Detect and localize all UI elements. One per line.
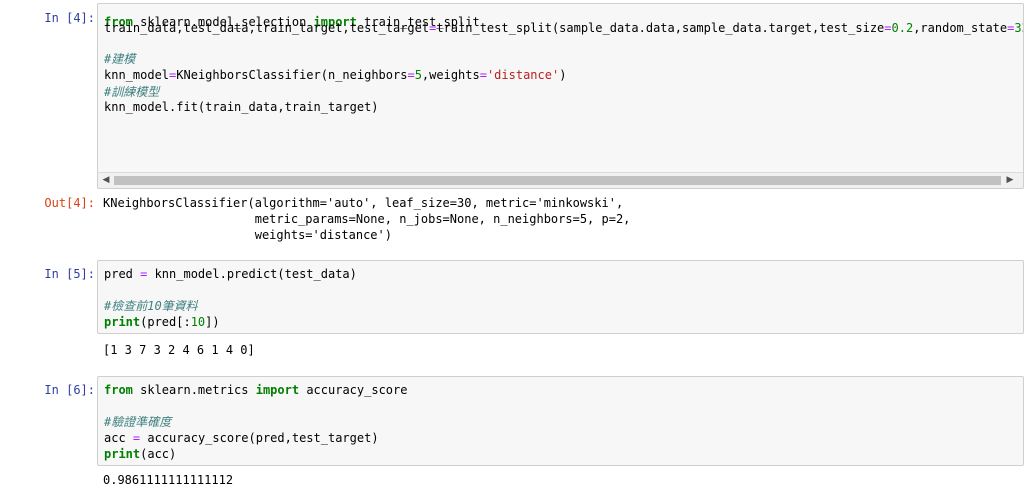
code-token: import	[255, 383, 300, 397]
code-token: acc	[104, 431, 133, 445]
code-token: knn_model.predict(test_data)	[147, 267, 357, 281]
horizontal-scrollbar[interactable]: ◀ ▶	[98, 172, 1023, 188]
code-token: =	[479, 68, 487, 82]
code-line: acc = accuracy_score(pred,test_target)	[104, 430, 379, 446]
code-token: =	[407, 68, 415, 82]
code-line: from sklearn.metrics import accuracy_sco…	[104, 382, 407, 398]
output-prompt: Out[4]:	[44, 196, 95, 210]
input-prompt: In [4]:	[44, 11, 95, 25]
code-token: #驗證準確度	[104, 415, 172, 429]
code-token: train_test_split(sample_data.data,sample…	[436, 21, 885, 35]
code-token: knn_model.fit(train_data,train_target)	[104, 100, 379, 114]
scroll-right-icon[interactable]: ▶	[1003, 173, 1017, 188]
code-line: train_data,test_data,train_target,test_t…	[104, 20, 1023, 36]
code-token: ,random_state	[913, 21, 1008, 35]
input-prompt: In [5]:	[44, 267, 95, 281]
code-token: #建模	[104, 52, 136, 66]
output-line: 0.9861111111111112	[103, 473, 234, 487]
code-token: 33	[1014, 21, 1023, 35]
code-token: (acc)	[140, 447, 177, 461]
output-line: weights='distance')	[103, 228, 392, 242]
output-line: metric_params=None, n_jobs=None, n_neigh…	[103, 212, 631, 226]
code-line: #驗證準確度	[104, 414, 171, 430]
input-prompt: In [6]:	[44, 383, 95, 397]
code-line: #檢查前10筆資料	[104, 298, 198, 314]
code-token: 5	[414, 68, 422, 82]
code-line: knn_model=KNeighborsClassifier(n_neighbo…	[104, 67, 566, 83]
code-token: =	[884, 21, 892, 35]
code-token: )	[559, 68, 567, 82]
code-token: 10	[190, 315, 206, 329]
code-token: accuracy_score	[299, 383, 408, 397]
code-token: knn_model	[104, 68, 170, 82]
output-line: KNeighborsClassifier(algorithm='auto', l…	[103, 196, 624, 210]
code-token: print	[104, 315, 141, 329]
code-token: #訓練模型	[104, 85, 160, 99]
code-token: from	[104, 383, 133, 397]
code-cell[interactable]: pred = knn_model.predict(test_data) #檢查前1…	[97, 260, 1024, 334]
code-line: #訓練模型	[104, 84, 159, 100]
code-cell[interactable]: from sklearn.model_selection import trai…	[97, 3, 1024, 189]
code-token: print	[104, 447, 141, 461]
code-line: #建模	[104, 51, 135, 67]
output-line: [1 3 7 3 2 4 6 1 4 0]	[103, 343, 255, 357]
code-token: train_data,test_data,train_target,test_t…	[104, 21, 430, 35]
code-token: (pred[:	[140, 315, 191, 329]
code-token: #檢查前10筆資料	[104, 299, 198, 313]
scroll-left-icon[interactable]: ◀	[99, 173, 113, 188]
code-line: knn_model.fit(train_data,train_target)	[104, 99, 379, 115]
code-token: sklearn.metrics	[132, 383, 256, 397]
code-line: pred = knn_model.predict(test_data)	[104, 266, 357, 282]
code-token: accuracy_score(pred,test_target)	[140, 431, 379, 445]
code-token: 0.2	[891, 21, 914, 35]
code-token: KNeighborsClassifier(n_neighbors	[176, 68, 408, 82]
code-token: pred	[104, 267, 141, 281]
code-line: print(acc)	[104, 446, 176, 462]
code-token: ])	[205, 315, 220, 329]
scrollbar-thumb[interactable]	[114, 176, 1001, 185]
code-cell[interactable]: from sklearn.metrics import accuracy_sco…	[97, 376, 1024, 466]
code-token: ,weights	[421, 68, 480, 82]
code-line: print(pred[:10])	[104, 314, 220, 330]
code-token: 'distance'	[486, 68, 560, 82]
